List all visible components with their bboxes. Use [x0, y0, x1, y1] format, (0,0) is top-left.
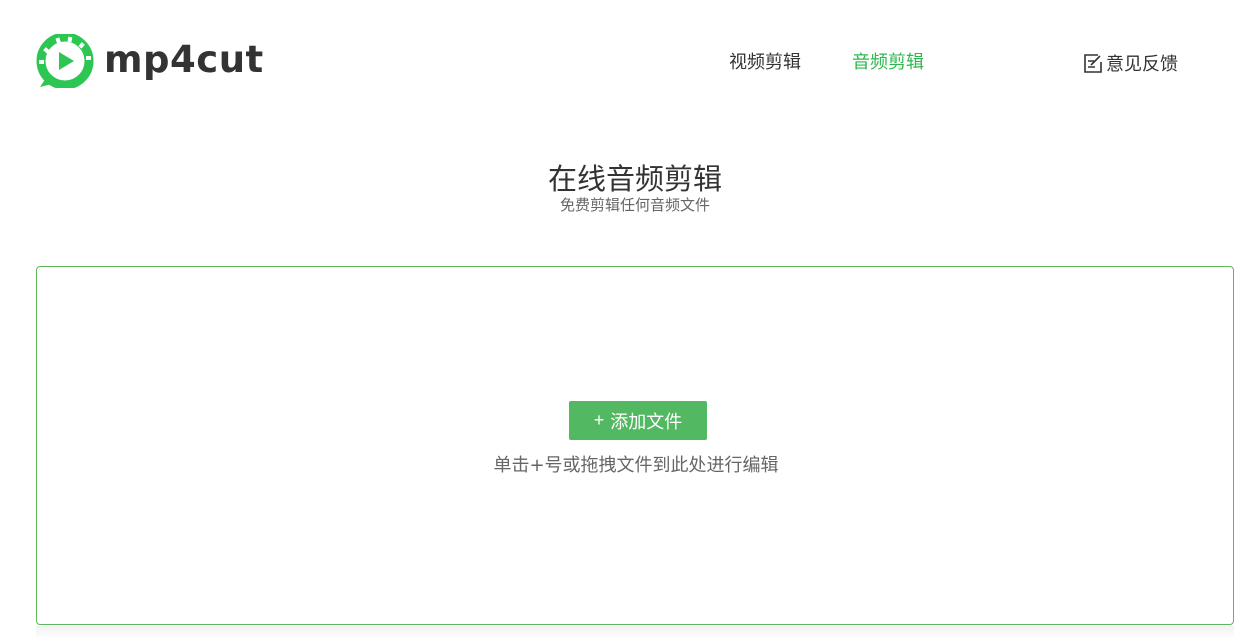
nav-audio-edit[interactable]: 音频剪辑 [852, 48, 924, 74]
add-file-button[interactable]: + 添加文件 [569, 401, 707, 440]
header: mp4cut 视频剪辑 音频剪辑 意见反馈 [0, 0, 1245, 120]
edit-note-icon [1084, 54, 1102, 73]
dropzone-shadow [36, 626, 1234, 639]
nav-video-edit[interactable]: 视频剪辑 [729, 48, 801, 74]
dropzone-hint: 单击+号或拖拽文件到此处进行编辑 [493, 455, 779, 476]
page-subtitle: 免费剪辑任何音频文件 [559, 196, 710, 214]
feedback-label: 意见反馈 [1106, 54, 1178, 75]
feedback-link[interactable]: 意见反馈 [1082, 50, 1178, 76]
page-title: 在线音频剪辑 [547, 162, 722, 196]
file-dropzone[interactable]: + 添加文件 单击+号或拖拽文件到此处进行编辑 [36, 266, 1234, 625]
logo-text: mp4cut [104, 37, 264, 81]
film-play-icon [36, 34, 94, 88]
add-file-label: 添加文件 [610, 411, 683, 432]
logo[interactable]: mp4cut [36, 34, 264, 88]
plus-icon: + [593, 410, 605, 430]
